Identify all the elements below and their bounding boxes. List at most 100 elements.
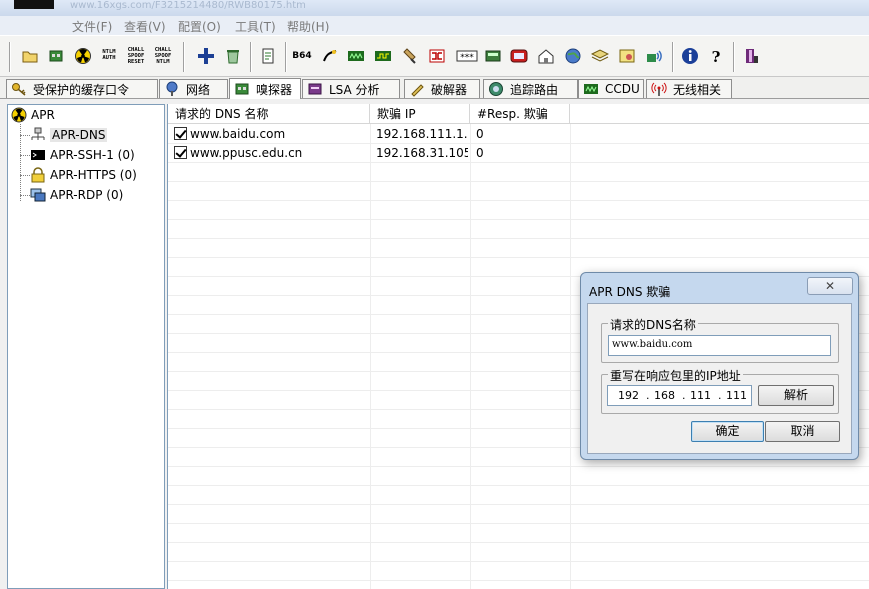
ip-octet-2[interactable]: 168 — [654, 389, 675, 402]
tab-label: 破解器 — [431, 82, 468, 97]
tab-label: CCDU — [605, 82, 640, 96]
red-device-icon[interactable] — [509, 45, 529, 67]
cracker-icon — [411, 84, 424, 97]
tab-label: LSA 分析 — [329, 82, 380, 97]
network-card-icon[interactable] — [46, 45, 66, 67]
tab-label: 网络 — [186, 82, 211, 97]
apr-tree: APR APR-DNS APR-SSH-1 (0) APR-HTTPS (0) … — [7, 104, 165, 589]
help-icon[interactable]: ? — [706, 45, 726, 67]
svg-text:?: ? — [712, 48, 721, 65]
row-spoof-ip: 192.168.31.105 — [376, 146, 468, 160]
cancel-button[interactable]: 取消 — [765, 421, 840, 442]
tab-cracker[interactable]: 破解器 — [404, 79, 480, 98]
md4-icon[interactable] — [346, 45, 366, 67]
tree-item-apr-rdp[interactable]: APR-RDP (0) — [30, 187, 123, 203]
lock-icon — [31, 167, 45, 183]
menu-view[interactable]: 查看(V) — [124, 18, 166, 35]
terminal-icon — [31, 150, 45, 160]
dns-name-group-label: 请求的DNS名称 — [608, 316, 698, 333]
tree-root-apr[interactable]: APR — [11, 107, 55, 123]
dialog-title: APR DNS 欺骗 — [589, 285, 671, 299]
hash-icon[interactable] — [320, 45, 340, 67]
toolbar: NTLM AUTH CHALL SPOOF RESET CHALL SPOOF … — [0, 35, 869, 77]
tab-traceroute[interactable]: 追踪路由 — [483, 79, 578, 98]
window-url-text: www.16xgs.com/F3215214480/RWB80175.htm — [70, 0, 306, 11]
ntlm-auth-button[interactable]: NTLM AUTH — [99, 45, 119, 67]
table-row[interactable]: www.ppusc.edu.cn 192.168.31.105 0 — [168, 144, 869, 163]
chall-spoof-reset-button[interactable]: CHALL SPOOF RESET — [126, 45, 146, 67]
layers-icon[interactable] — [590, 45, 610, 67]
open-folder-icon[interactable] — [20, 45, 40, 67]
dns-name-group: 请求的DNS名称 www.baidu.com — [601, 316, 839, 363]
tab-sniffer[interactable]: 嗅探器 — [229, 78, 301, 99]
sniffer-icon — [235, 83, 249, 95]
tab-label: 嗅探器 — [256, 82, 293, 97]
tab-wireless[interactable]: 无线相关 — [646, 79, 732, 98]
md5-icon[interactable] — [373, 45, 393, 67]
info-icon[interactable] — [680, 45, 700, 67]
ok-button[interactable]: 确定 — [691, 421, 764, 442]
ip-address-group: 重写在响应包里的IP地址 192 . 168 . 111 . 111 解析 — [601, 367, 839, 414]
recycle-bin-icon[interactable] — [223, 45, 243, 67]
tree-item-apr-dns[interactable]: APR-DNS — [30, 127, 108, 143]
wireless-toolbar-icon[interactable] — [644, 45, 664, 67]
tree-item-apr-ssh[interactable]: APR-SSH-1 (0) — [30, 147, 135, 163]
tab-lsa-analysis[interactable]: LSA 分析 — [302, 79, 400, 98]
dns-name-input[interactable]: www.baidu.com — [608, 335, 831, 356]
lsa-icon — [308, 83, 322, 95]
ip-octet-3[interactable]: 111 — [690, 389, 711, 402]
row-checkbox[interactable] — [174, 127, 187, 140]
tab-protected-cache[interactable]: 受保护的缓存口令 — [6, 79, 158, 98]
ip-octet-1[interactable]: 192 — [618, 389, 639, 402]
tab-label: 无线相关 — [673, 82, 722, 97]
radiation-icon[interactable] — [73, 45, 93, 67]
apr-dns-spoof-dialog: APR DNS 欺骗 ✕ 请求的DNS名称 www.baidu.com 重写在响… — [580, 272, 859, 460]
base64-button[interactable]: B64 — [292, 45, 312, 67]
remote-desktop-icon — [30, 188, 46, 202]
tab-label: 受保护的缓存口令 — [33, 82, 130, 97]
chall-spoof-ntlm-button[interactable]: CHALL SPOOF NTLM — [153, 45, 173, 67]
tree-item-apr-https[interactable]: APR-HTTPS (0) — [30, 167, 137, 183]
row-resp-count: 0 — [476, 127, 484, 141]
radiation-icon — [11, 107, 27, 123]
ip-octet-4[interactable]: 111 — [726, 389, 747, 402]
ip-address-input[interactable]: 192 . 168 . 111 . 111 — [607, 385, 752, 406]
house-icon[interactable] — [536, 45, 556, 67]
certificate-icon[interactable] — [617, 45, 637, 67]
menu-config[interactable]: 配置(O) — [178, 18, 221, 35]
close-button[interactable]: ✕ — [807, 277, 853, 295]
col-header-resp[interactable]: #Resp. 欺骗 — [470, 104, 570, 124]
flashlight-icon[interactable] — [400, 45, 420, 67]
traceroute-icon — [489, 82, 503, 96]
col-header-dns-name[interactable]: 请求的 DNS 名称 — [168, 104, 370, 124]
row-spoof-ip: 192.168.111.1... — [376, 127, 468, 141]
globe-icon[interactable] — [563, 45, 583, 67]
row-dns-name: www.ppusc.edu.cn — [190, 146, 303, 160]
col-header-spoof-ip[interactable]: 欺骗 IP — [370, 104, 470, 124]
resolve-button[interactable]: 解析 — [758, 385, 834, 406]
cisco-icon[interactable] — [427, 45, 447, 67]
tab-ccdu[interactable]: CCDU — [578, 79, 644, 98]
menu-help[interactable]: 帮助(H) — [287, 18, 329, 35]
exit-door-icon[interactable] — [741, 45, 761, 67]
title-bar: www.16xgs.com/F3215214480/RWB80175.htm — [0, 0, 869, 16]
dialog-body: 请求的DNS名称 www.baidu.com 重写在响应包里的IP地址 192 … — [587, 303, 852, 454]
row-dns-name: www.baidu.com — [190, 127, 286, 141]
app-logo — [14, 0, 54, 9]
add-icon[interactable] — [196, 45, 216, 67]
table-row[interactable]: www.baidu.com 192.168.111.1... 0 — [168, 125, 869, 144]
row-resp-count: 0 — [476, 146, 484, 160]
password-icon[interactable]: *** — [455, 45, 479, 67]
key-icon — [12, 83, 26, 96]
network-nodes-icon — [31, 127, 45, 140]
menu-tools[interactable]: 工具(T) — [235, 18, 276, 35]
document-icon[interactable] — [258, 45, 278, 67]
row-checkbox[interactable] — [174, 146, 187, 159]
tab-network[interactable]: 网络 — [159, 79, 228, 98]
menu-file[interactable]: 文件(F) — [72, 18, 112, 35]
list-header: 请求的 DNS 名称 欺骗 IP #Resp. 欺骗 — [168, 104, 869, 124]
ip-address-group-label: 重写在响应包里的IP地址 — [608, 367, 743, 384]
ccdu-icon — [584, 84, 598, 94]
menu-bar: 文件(F) 查看(V) 配置(O) 工具(T) 帮助(H) — [0, 16, 869, 35]
calculator-icon[interactable] — [483, 45, 503, 67]
